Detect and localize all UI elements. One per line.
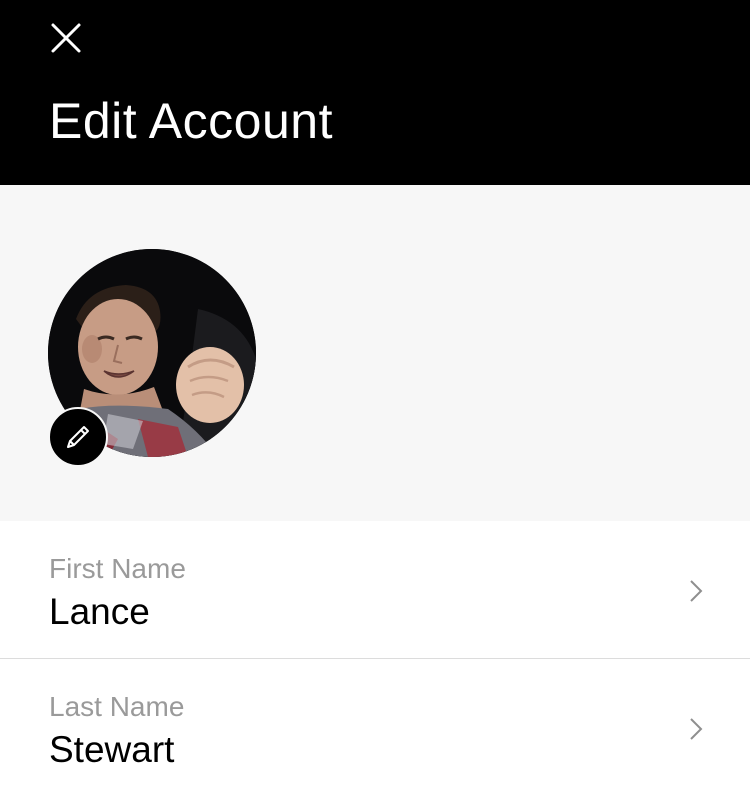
profile-section [0, 185, 750, 521]
last-name-label: Last Name [49, 691, 185, 722]
chevron-right-icon [690, 580, 703, 602]
first-name-label: First Name [49, 553, 186, 584]
first-name-row[interactable]: First Name Lance [0, 521, 750, 659]
close-icon[interactable] [44, 16, 88, 60]
close-button[interactable] [44, 16, 88, 60]
chevron-right-icon [690, 718, 703, 740]
pencil-icon[interactable] [62, 421, 94, 453]
last-name-row[interactable]: Last Name Stewart [0, 659, 750, 797]
header-bar: Edit Account [0, 0, 750, 185]
last-name-value: Stewart [49, 729, 175, 770]
first-name-value: Lance [49, 591, 150, 632]
page-title: Edit Account [49, 93, 333, 149]
edit-photo-button[interactable] [48, 407, 108, 467]
